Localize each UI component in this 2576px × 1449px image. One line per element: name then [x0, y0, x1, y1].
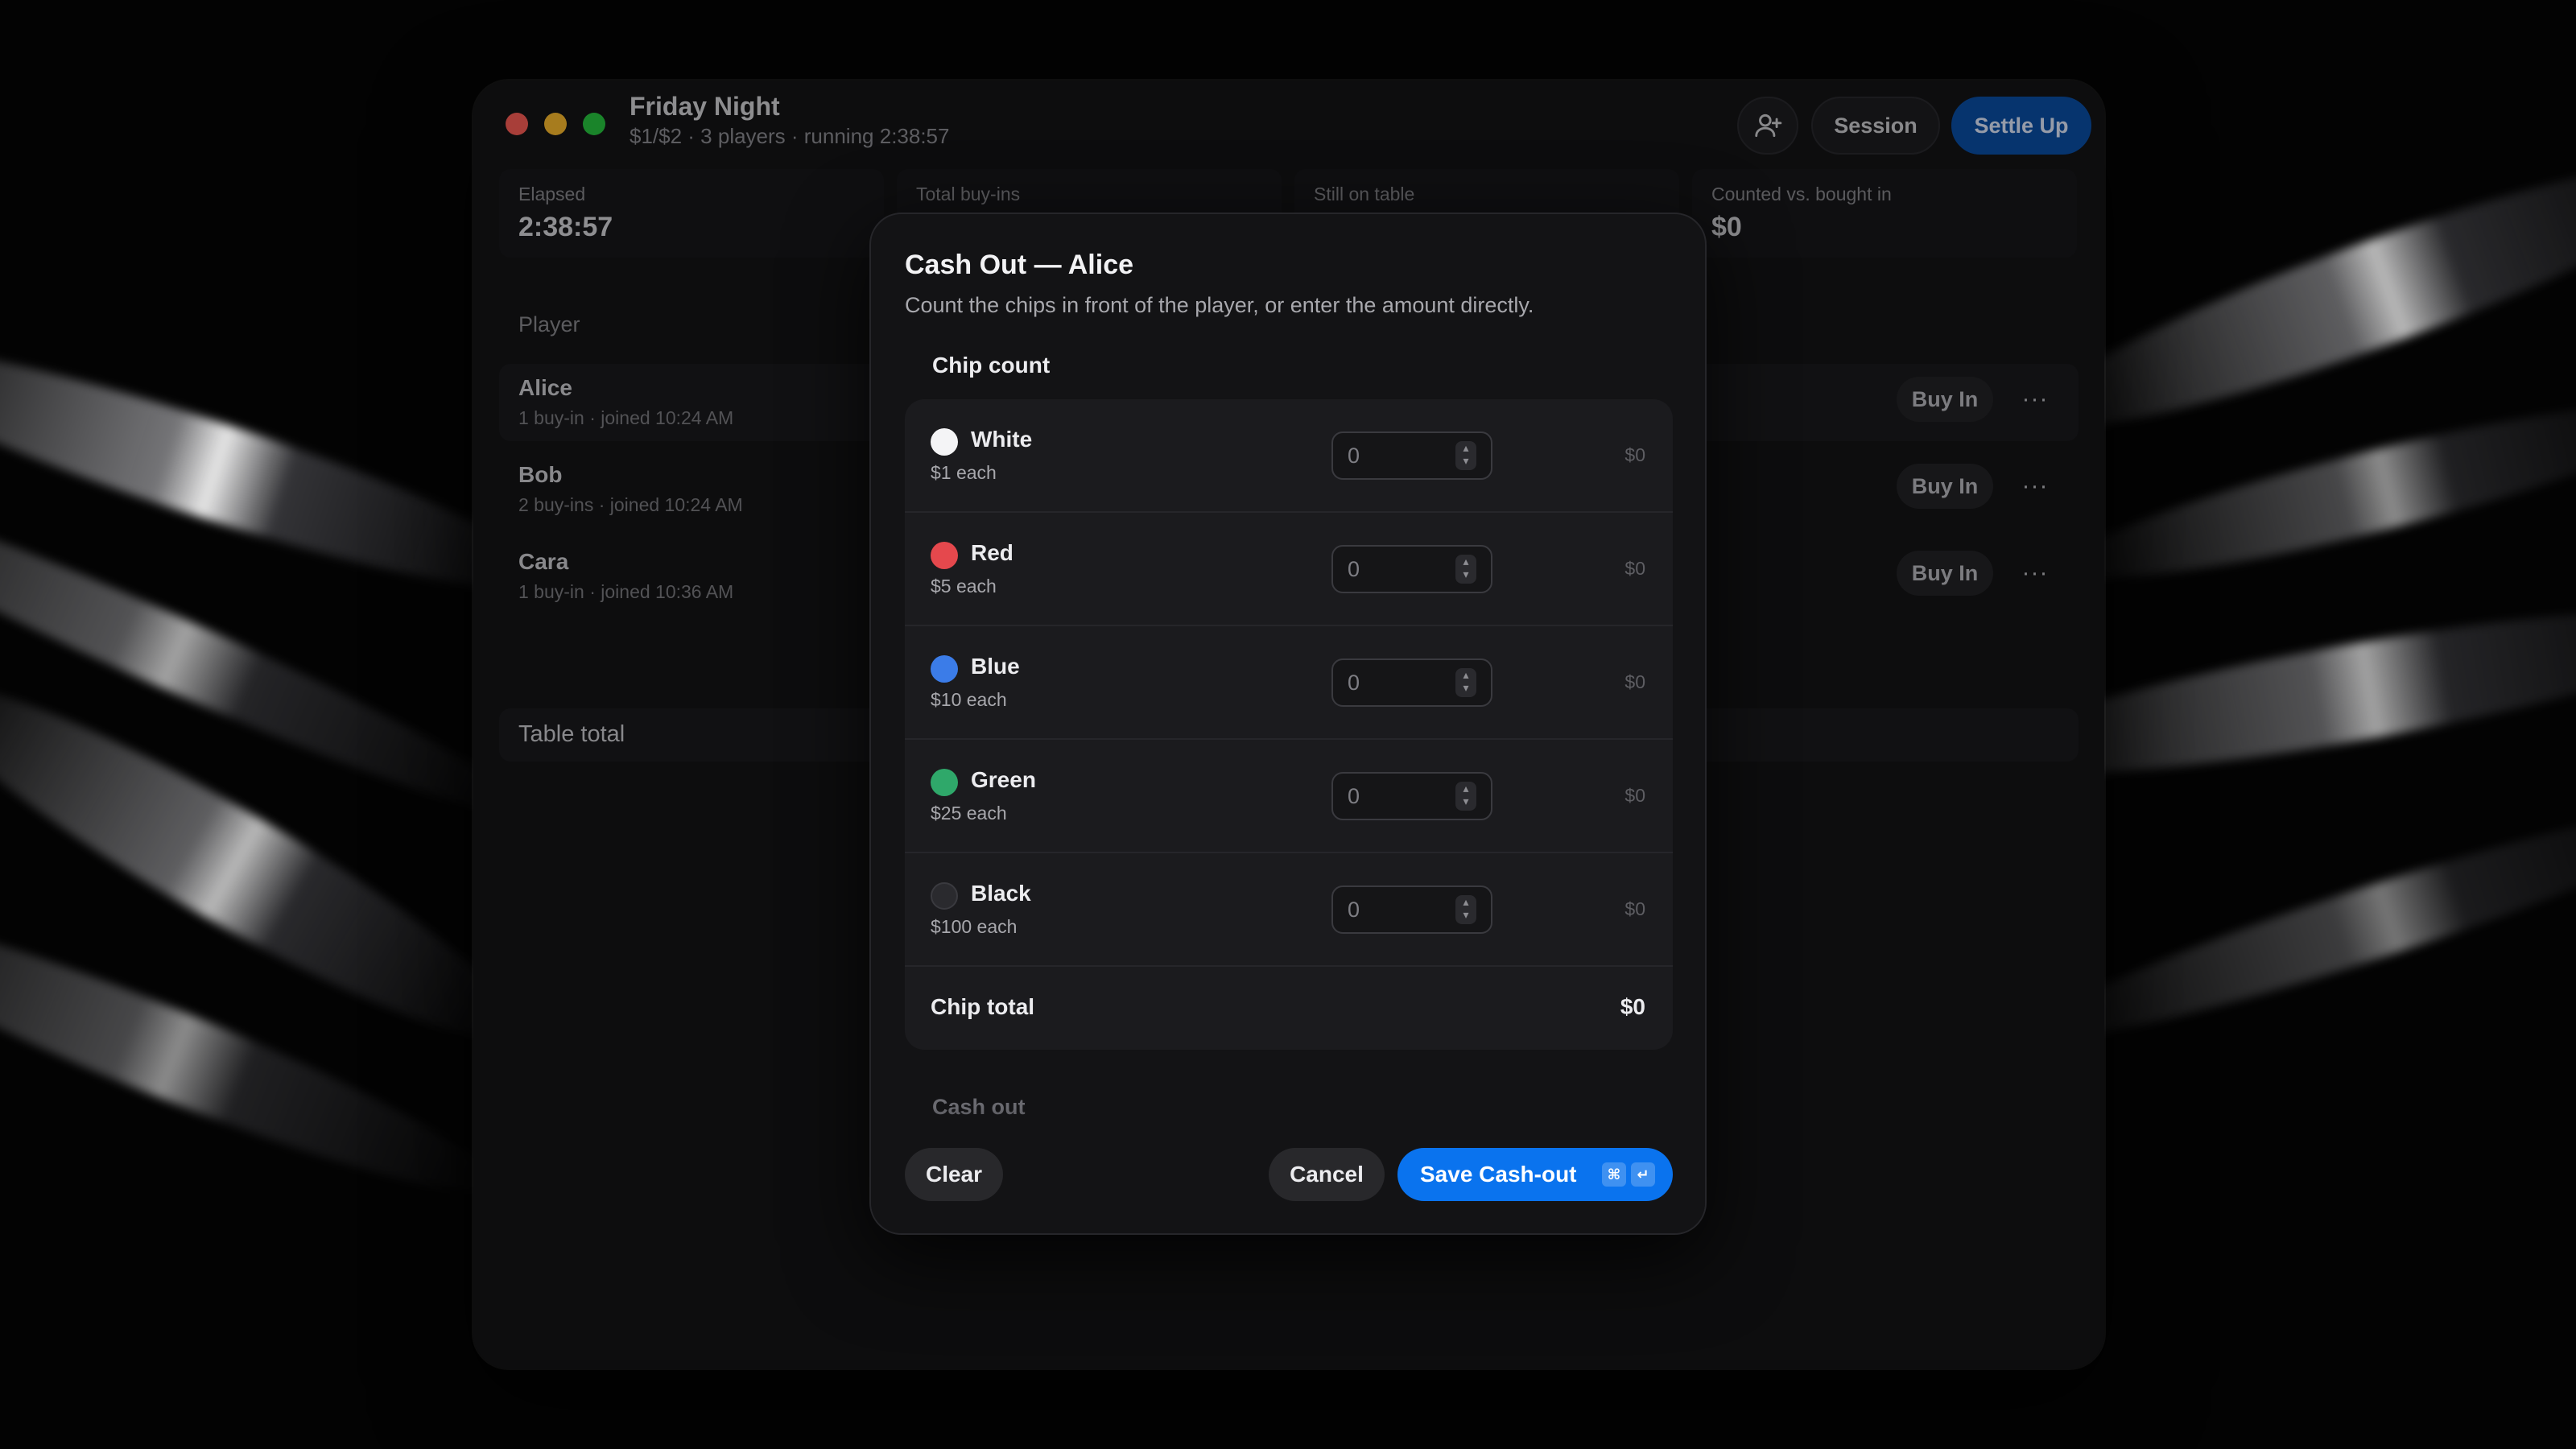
- save-cash-out-label: Save Cash-out: [1420, 1162, 1577, 1187]
- white-chip-icon: [931, 428, 958, 456]
- chip-denomination: $1 each: [931, 462, 997, 483]
- dialog-description: Count the chips in front of the player, …: [905, 293, 1534, 317]
- chip-count-panel: White $1 each ▴▾ $0 Red $5 each ▴▾ $0 Bl…: [905, 399, 1673, 1050]
- chip-row-red: Red $5 each ▴▾ $0: [905, 513, 1673, 626]
- red-chip-icon: [931, 542, 958, 569]
- chip-count-heading: Chip count: [932, 353, 1051, 378]
- chip-denomination: $100 each: [931, 916, 1018, 937]
- stepper-icon[interactable]: ▴ ▾: [1455, 782, 1476, 811]
- blue-chip-icon: [931, 655, 958, 683]
- chip-name: Green: [971, 767, 1036, 792]
- chip-subtotal: $0: [1624, 785, 1645, 806]
- cancel-button[interactable]: Cancel: [1269, 1148, 1385, 1201]
- chip-denomination: $5 each: [931, 576, 997, 597]
- stepper-icon[interactable]: ▴ ▾: [1455, 441, 1476, 470]
- stepper-icon[interactable]: ▴ ▾: [1455, 555, 1476, 584]
- chip-subtotal: $0: [1624, 898, 1645, 919]
- chip-name: Red: [971, 540, 1013, 565]
- chip-total-row: Chip total $0: [905, 967, 1673, 1050]
- stepper-icon[interactable]: ▴ ▾: [1455, 895, 1476, 924]
- clear-button[interactable]: Clear: [905, 1148, 1003, 1201]
- chip-row-black: Black $100 each ▴▾ $0: [905, 853, 1673, 967]
- chip-name: Black: [971, 881, 1031, 906]
- chip-subtotal: $0: [1624, 444, 1645, 465]
- save-cash-out-button[interactable]: Save Cash-out ⌘ ↵: [1397, 1148, 1673, 1201]
- chip-name: Blue: [971, 654, 1020, 679]
- chip-row-green: Green $25 each ▴▾ $0: [905, 740, 1673, 853]
- chip-row-white: White $1 each ▴▾ $0: [905, 399, 1673, 513]
- black-chip-icon: [931, 882, 958, 910]
- cash-out-dialog: Cash Out — Alice Count the chips in fron…: [869, 213, 1707, 1235]
- chip-denomination: $25 each: [931, 803, 1007, 824]
- chip-name: White: [971, 427, 1033, 452]
- green-chip-icon: [931, 769, 958, 796]
- return-key-icon: ↵: [1631, 1162, 1655, 1187]
- chip-total-label: Chip total: [931, 994, 1035, 1019]
- chip-row-blue: Blue $10 each ▴▾ $0: [905, 626, 1673, 740]
- chip-total-value: $0: [1620, 994, 1645, 1019]
- command-key-icon: ⌘: [1602, 1162, 1626, 1187]
- chip-denomination: $10 each: [931, 689, 1007, 710]
- dialog-title: Cash Out — Alice: [905, 250, 1134, 280]
- chip-subtotal: $0: [1624, 558, 1645, 579]
- stepper-icon[interactable]: ▴ ▾: [1455, 668, 1476, 697]
- chip-subtotal: $0: [1624, 671, 1645, 692]
